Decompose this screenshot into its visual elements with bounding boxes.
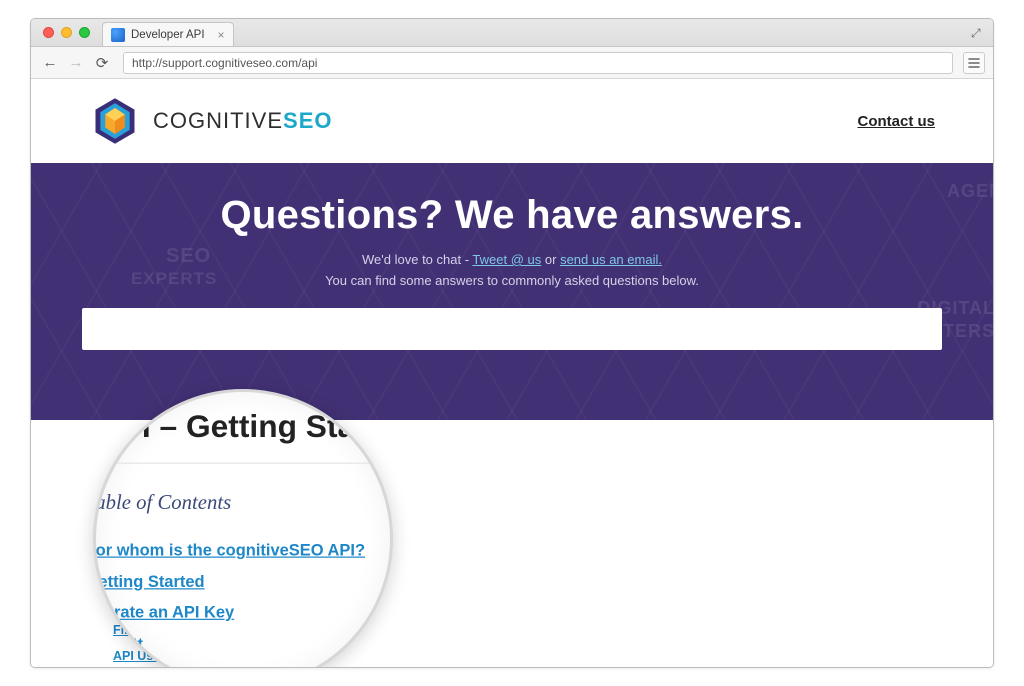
tab-strip: Developer API × ⤢ (31, 19, 993, 47)
forward-button[interactable]: → (65, 52, 87, 74)
hero-banner: SEO EXPERTS AGEN DIGITAL KETERS Question… (31, 163, 993, 420)
page-title: API – Getting Starte (93, 395, 393, 463)
magnifier-overlay: owledge Base / Developerbase... API – Ge… (93, 389, 393, 667)
bg-text: AGEN (947, 181, 993, 202)
window-controls (39, 19, 96, 46)
favicon-icon (111, 28, 125, 42)
nav-bar: ← → ⟳ http://support.cognitiveseo.com/ap… (31, 47, 993, 79)
brand-logo[interactable]: COGNITIVESEO (89, 95, 332, 147)
reload-button[interactable]: ⟳ (91, 52, 113, 74)
hero-title: Questions? We have answers. (71, 193, 953, 238)
minimize-window-button[interactable] (61, 27, 72, 38)
bg-text: SEO (166, 245, 211, 268)
close-tab-icon[interactable]: × (218, 28, 225, 42)
email-link[interactable]: send us an email. (560, 252, 662, 267)
bg-text: EXPERTS (131, 269, 217, 289)
toc-link[interactable]: For whom is the cognitiveSEO API? (93, 541, 365, 559)
maximize-window-button[interactable] (79, 27, 90, 38)
toc-link[interactable]: enerate an API Key (93, 603, 234, 621)
browser-tab[interactable]: Developer API × (102, 22, 234, 46)
fullscreen-icon[interactable]: ⤢ (971, 26, 983, 38)
contact-us-link[interactable]: Contact us (857, 113, 935, 130)
brand-name: COGNITIVESEO (153, 108, 332, 134)
browser-menu-button[interactable] (963, 52, 985, 74)
toc-link[interactable]: Gett (112, 636, 143, 653)
logo-mark-icon (89, 95, 141, 147)
table-of-contents: For whom is the cognitiveSEO API? Gettin… (93, 535, 393, 660)
back-button[interactable]: ← (39, 52, 61, 74)
toc-heading: Table of Contents (93, 491, 393, 515)
bg-text: DIGITAL (917, 298, 993, 319)
url-bar[interactable]: http://support.cognitiveseo.com/api (123, 52, 953, 74)
tweet-link[interactable]: Tweet @ us (472, 252, 541, 267)
page-viewport: COGNITIVESEO Contact us SEO EXPERTS AGEN… (31, 79, 993, 667)
site-header: COGNITIVESEO Contact us (31, 79, 993, 163)
tab-title: Developer API (131, 29, 205, 41)
browser-window: Developer API × ⤢ ← → ⟳ http://support.c… (30, 18, 994, 668)
close-window-button[interactable] (43, 27, 54, 38)
search-input[interactable] (82, 308, 942, 350)
url-text: http://support.cognitiveseo.com/api (132, 56, 317, 70)
toc-link[interactable]: Getting Started (93, 572, 205, 590)
hamburger-icon (968, 57, 980, 69)
bg-text: KETERS (916, 321, 993, 342)
